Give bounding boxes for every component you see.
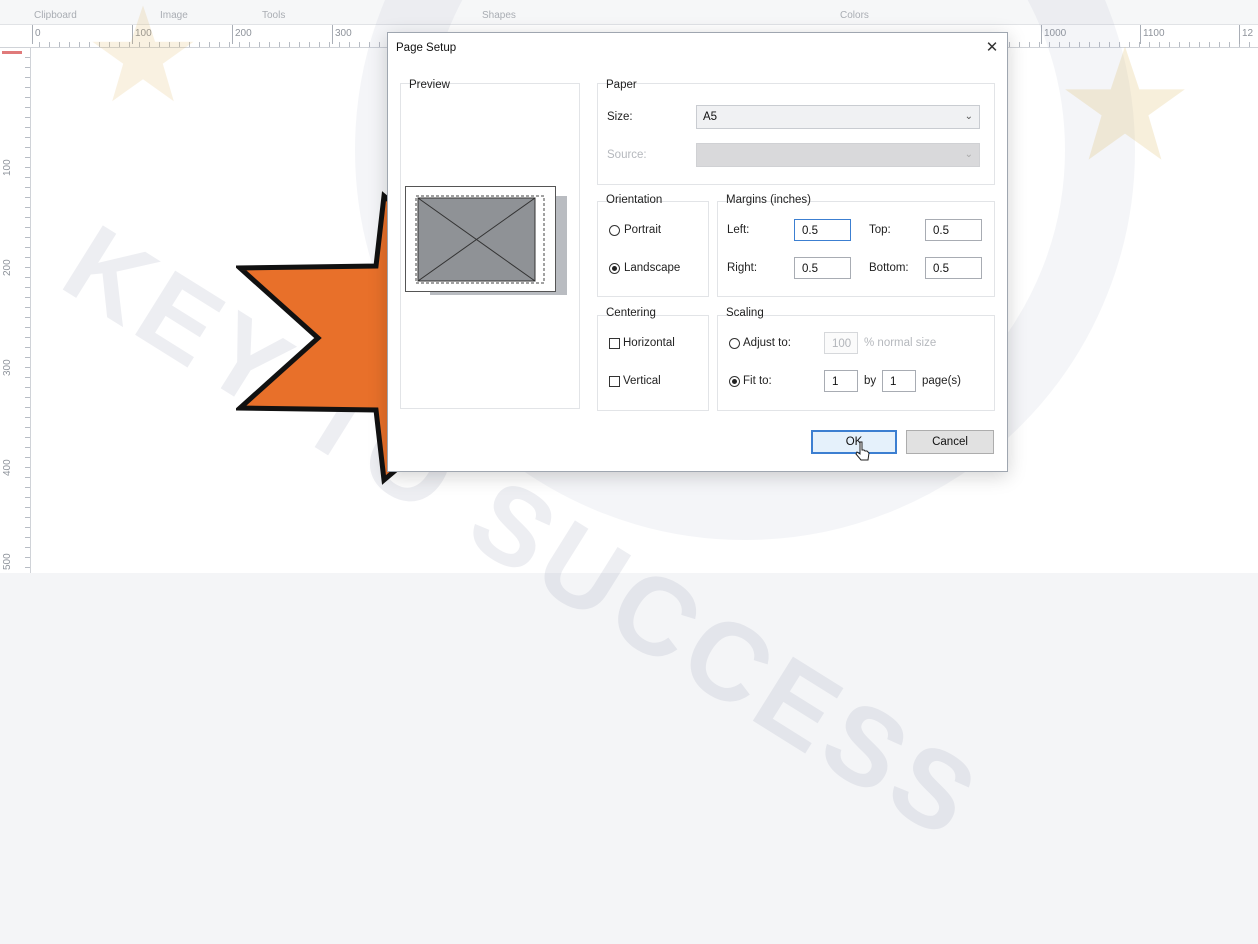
ribbon-group-tools: Tools xyxy=(262,10,286,21)
right-margin-label: Right: xyxy=(727,262,758,274)
size-label: Size: xyxy=(607,111,633,123)
watermark-star-icon xyxy=(1065,46,1185,160)
paper-size-value: A5 xyxy=(703,111,718,123)
landscape-label[interactable]: Landscape xyxy=(624,262,680,274)
scaling-group xyxy=(717,315,995,411)
by-label: by xyxy=(864,375,877,387)
adjust-to-radio[interactable] xyxy=(729,338,740,349)
portrait-radio[interactable] xyxy=(609,225,620,236)
left-margin-input[interactable]: 0.5 xyxy=(794,219,851,241)
vertical-checkbox[interactable] xyxy=(609,376,620,387)
adjust-to-label[interactable]: Adjust to: xyxy=(743,337,791,349)
margins-label: Margins (inches) xyxy=(726,194,811,206)
orientation-group xyxy=(597,201,709,297)
preview-page xyxy=(405,186,556,292)
ruler-tick-label: 200 xyxy=(2,259,13,276)
orientation-label: Orientation xyxy=(606,194,663,206)
centering-label: Centering xyxy=(606,307,656,319)
vertical-label[interactable]: Vertical xyxy=(623,375,661,387)
centering-group xyxy=(597,315,709,411)
left-margin-label: Left: xyxy=(727,224,750,236)
preview-image-placeholder-icon xyxy=(415,195,545,284)
ruler-tick-label: 1100 xyxy=(1140,25,1165,44)
close-icon[interactable]: ✕ xyxy=(977,33,1007,63)
preview-label: Preview xyxy=(409,79,450,91)
bottom-margin-input[interactable]: 0.5 xyxy=(925,257,982,279)
ok-button[interactable]: OK xyxy=(811,430,897,454)
horizontal-label[interactable]: Horizontal xyxy=(623,337,675,349)
vertical-ruler: 100 200 300 400 500 xyxy=(0,48,31,573)
right-margin-input[interactable]: 0.5 xyxy=(794,257,851,279)
watermark-star-icon xyxy=(92,5,194,102)
chevron-down-icon: ⌄ xyxy=(964,111,973,122)
cancel-button[interactable]: Cancel xyxy=(906,430,994,454)
ruler-tick-label: 500 xyxy=(2,553,13,570)
dialog-title: Page Setup xyxy=(396,42,457,54)
ruler-tick-label: 400 xyxy=(2,459,13,476)
paper-group xyxy=(597,83,995,185)
chevron-down-icon: ⌄ xyxy=(964,149,973,160)
fit-to-label[interactable]: Fit to: xyxy=(743,375,772,387)
adjust-to-input: 100 xyxy=(824,332,858,354)
fit-tall-input[interactable]: 1 xyxy=(882,370,916,392)
ruler-tick-label: 300 xyxy=(332,25,352,44)
paper-size-select[interactable]: A5 ⌄ xyxy=(696,105,980,129)
normal-size-label: % normal size xyxy=(864,337,937,349)
horizontal-checkbox[interactable] xyxy=(609,338,620,349)
portrait-label[interactable]: Portrait xyxy=(624,224,661,236)
ruler-tick-label: 300 xyxy=(2,359,13,376)
ruler-tick-label: 0 xyxy=(32,25,41,44)
ribbon-group-clipboard: Clipboard xyxy=(34,10,77,21)
fit-wide-input[interactable]: 1 xyxy=(824,370,858,392)
bottom-margin-label: Bottom: xyxy=(869,262,909,274)
paper-label: Paper xyxy=(606,79,637,91)
top-margin-label: Top: xyxy=(869,224,891,236)
margins-group xyxy=(717,201,995,297)
ruler-corner xyxy=(0,25,31,48)
pages-label: page(s) xyxy=(922,375,961,387)
ruler-tick-label: 100 xyxy=(2,159,13,176)
ruler-tick-label: 200 xyxy=(232,25,252,44)
ruler-position-marker xyxy=(2,51,22,54)
landscape-radio[interactable] xyxy=(609,263,620,274)
scaling-label: Scaling xyxy=(726,307,764,319)
ruler-tick-label: 12 xyxy=(1238,25,1254,44)
top-margin-input[interactable]: 0.5 xyxy=(925,219,982,241)
mouse-cursor-icon xyxy=(855,441,870,461)
fit-to-radio[interactable] xyxy=(729,376,740,387)
source-label: Source: xyxy=(607,149,647,161)
paper-source-select: ⌄ xyxy=(696,143,980,167)
